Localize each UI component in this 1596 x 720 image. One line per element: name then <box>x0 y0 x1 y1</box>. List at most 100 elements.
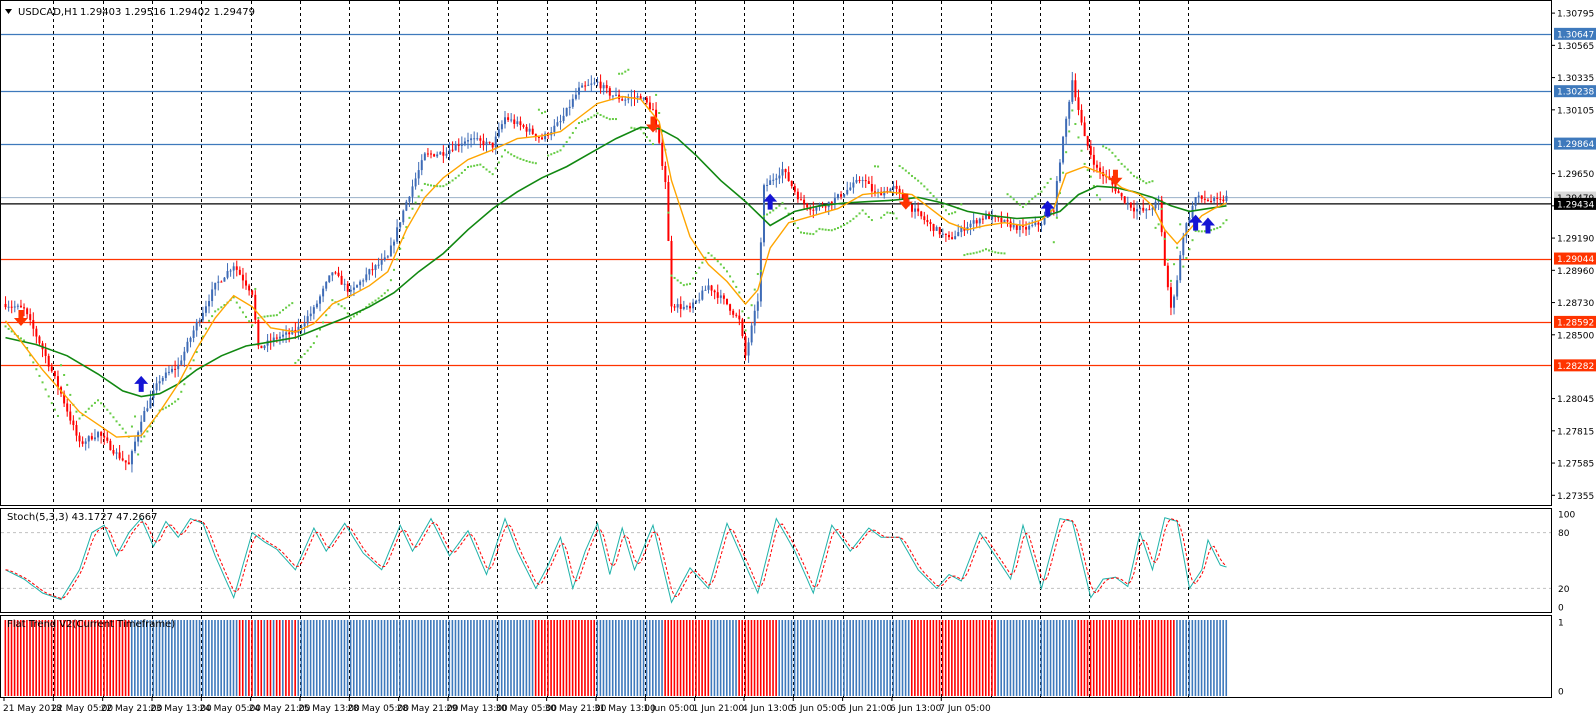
flat-trend-bar <box>19 620 22 696</box>
bear-candle <box>56 376 59 388</box>
sar-dot <box>593 114 596 117</box>
sar-dot <box>204 327 207 330</box>
sar-dot <box>852 217 855 220</box>
flat-trend-bar <box>534 620 537 696</box>
bull-candle <box>772 179 775 181</box>
sar-dot <box>420 189 423 192</box>
sar-dot <box>732 280 735 283</box>
bear-candle <box>1219 198 1222 200</box>
bear-candle <box>371 269 374 271</box>
sar-dot <box>238 306 241 309</box>
sar-dot <box>497 161 500 164</box>
bull-candle <box>682 306 685 309</box>
flat-trend-bar <box>729 620 731 696</box>
flat-trend-bar <box>547 620 549 696</box>
sar-dot <box>103 405 106 408</box>
flat-trend-bar <box>1206 620 1209 696</box>
bull-candle <box>445 153 448 156</box>
sar-dot <box>1046 181 1049 184</box>
sar-dot <box>667 211 670 214</box>
sar-dot <box>297 359 300 362</box>
bull-candle <box>624 99 627 101</box>
chart-canvas[interactable]: 1.30795 1.30565 1.30335 1.30105 1.29650 1.294… <box>0 0 1596 716</box>
bear-candle <box>713 290 716 293</box>
bear-candle <box>741 319 744 337</box>
bull-candle <box>229 270 232 272</box>
sar-dot <box>1185 257 1188 260</box>
flat-trend-bar <box>192 620 195 696</box>
bear-candle <box>1117 191 1120 194</box>
bear-candle <box>725 298 728 305</box>
buy-arrow-icon <box>134 375 149 392</box>
flat-trend-bar <box>941 620 944 696</box>
sar-dot <box>578 122 581 125</box>
flat-trend-bar <box>4 620 7 696</box>
flat-trend-bar <box>451 620 454 696</box>
sar-dot <box>50 402 53 405</box>
sar-dot <box>559 149 562 152</box>
bear-candle <box>920 211 923 217</box>
sar-dot <box>550 153 553 156</box>
flat-trend-bar <box>562 620 565 696</box>
flat-trend-bar <box>164 620 167 696</box>
sar-dot <box>846 222 849 225</box>
bear-candle <box>257 319 260 346</box>
triangle-down-icon[interactable] <box>5 9 12 14</box>
sar-dot <box>759 269 762 272</box>
bull-candle <box>189 337 192 342</box>
sar-dot <box>830 229 833 232</box>
sar-dot <box>843 223 846 226</box>
sar-dot <box>300 356 303 359</box>
bear-candle <box>673 306 676 308</box>
main-panel[interactable] <box>0 0 1552 506</box>
price-axis[interactable]: 1.30795 1.30565 1.30335 1.30105 1.29650 1.294… <box>1551 10 1596 698</box>
sar-dot <box>1188 248 1191 251</box>
bull-candle <box>405 201 408 211</box>
flat-trend-bar <box>929 620 932 696</box>
bull-candle <box>701 290 704 300</box>
flat-trend-bar <box>528 620 531 696</box>
sar-dot <box>473 164 476 167</box>
bull-candle <box>408 196 411 202</box>
mt4-chart-window[interactable]: 1.30795 1.30565 1.30335 1.30105 1.29650 1.294… <box>0 0 1596 716</box>
bull-candle <box>383 257 386 261</box>
flat-trend-bar <box>556 620 559 696</box>
sar-dot <box>534 162 537 165</box>
sar-dot <box>836 226 839 229</box>
flat-trend-bar <box>402 620 404 696</box>
sar-dot <box>648 139 651 142</box>
flat-trend-bar <box>688 620 691 696</box>
flat-trend-bar <box>494 620 497 696</box>
sar-dot <box>1111 151 1114 154</box>
flat-trend-bar <box>895 620 898 696</box>
sar-dot <box>374 299 377 302</box>
time-axis[interactable]: 21 May 201822 May 05:0022 May 21:0023 Ma… <box>3 697 991 714</box>
bear-candle <box>599 81 602 89</box>
bull-candle <box>13 306 16 308</box>
bear-candle <box>81 441 84 444</box>
sar-dot <box>291 302 294 305</box>
sar-dot <box>864 212 867 215</box>
flat-trend-bar <box>1166 620 1169 696</box>
bull-candle <box>815 207 818 211</box>
sar-dot <box>670 274 673 277</box>
sar-dot <box>7 327 10 330</box>
flat-trend-bar <box>41 620 44 696</box>
bear-candle <box>106 437 109 441</box>
flat-trend-bar <box>1179 620 1181 696</box>
flat-trend-bar <box>319 620 321 696</box>
bull-candle <box>1191 205 1194 218</box>
sar-dot <box>553 152 556 155</box>
flat-trend-bar <box>1028 620 1030 696</box>
bull-candle <box>596 81 599 83</box>
flat-trend-histogram <box>4 620 1228 696</box>
flat-trend-bar <box>470 620 472 696</box>
bear-candle <box>670 240 673 307</box>
bull-candle <box>315 303 318 308</box>
chart-header: USDCAD,H1 1.29403 1.29516 1.29402 1.2947… <box>5 7 255 18</box>
flat-trend-bar <box>510 620 512 696</box>
flat-trend-bar <box>716 620 719 696</box>
bear-candle <box>442 152 445 156</box>
sar-dot <box>1068 130 1071 133</box>
flat-trend-bar <box>698 620 700 696</box>
